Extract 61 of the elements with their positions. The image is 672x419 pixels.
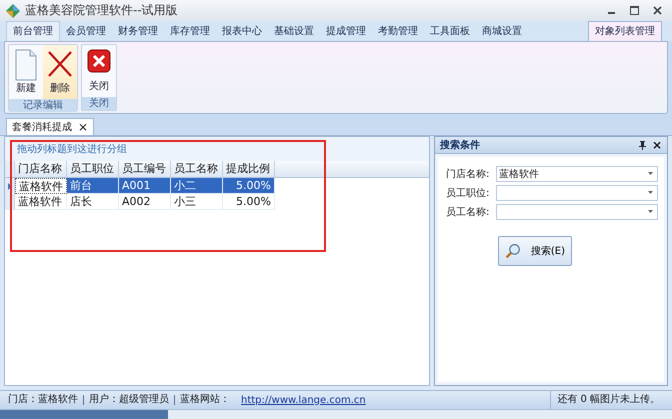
group-by-hint: 拖动列标题到这进行分组 (5, 137, 429, 161)
close-panel-button[interactable]: × (652, 139, 662, 151)
group-label: 关闭 (82, 97, 116, 110)
column-header[interactable]: 员工职位 (67, 161, 119, 177)
column-header[interactable]: 员工编号 (119, 161, 171, 177)
dropdown-arrow-icon (648, 172, 653, 175)
close-tab-button[interactable]: × (78, 121, 88, 133)
table-cell: 前台 (67, 178, 119, 194)
dropdown-arrow-icon (648, 210, 653, 213)
cross-icon (47, 49, 73, 79)
document-icon (15, 49, 37, 81)
ribbon-tab[interactable]: 提成管理 (320, 22, 372, 41)
pin-icon[interactable] (638, 140, 646, 150)
status-text: 蓝格网站： (179, 395, 231, 405)
ribbon-tab[interactable]: 会员管理 (60, 22, 112, 41)
ribbon-tab[interactable]: 前台管理 (6, 21, 60, 41)
group-label: 记录编辑 (9, 99, 77, 112)
field-label: 门店名称: (446, 168, 490, 180)
current-row-icon (8, 182, 12, 190)
table-cell: 蓝格软件 (15, 194, 67, 210)
table-cell: 店长 (67, 194, 119, 210)
ribbon-button[interactable]: 关闭 (82, 45, 116, 97)
ribbon-button[interactable]: 新建 (9, 45, 43, 99)
diamond-logo-icon (6, 4, 20, 18)
dropdown-field[interactable] (496, 184, 658, 200)
ribbon-tab[interactable]: 考勤管理 (372, 22, 424, 41)
column-header[interactable]: 员工名称 (171, 161, 223, 177)
document-tab-title: 套餐消耗提成 (12, 120, 72, 134)
field-label: 员工职位: (446, 186, 490, 200)
ribbon-button[interactable]: 删除 (43, 45, 77, 99)
field-label: 员工名称: (446, 206, 490, 218)
ribbon-tab[interactable]: 库存管理 (164, 22, 216, 41)
status-text: 用户：超级管理员 (84, 395, 175, 405)
ribbon-tab[interactable]: 工具面板 (424, 22, 476, 41)
dropdown-field[interactable] (496, 204, 658, 220)
magnifier-icon (505, 241, 521, 261)
ribbon-tab[interactable]: 财务管理 (112, 22, 164, 41)
website-link[interactable]: http://www.lange.com.cn (235, 394, 366, 406)
close-icon (87, 49, 111, 73)
table-cell: A002 (119, 194, 171, 210)
panel-title: 搜索条件 (440, 138, 480, 152)
dropdown-field[interactable]: 蓝格软件 (496, 166, 658, 182)
ribbon-tab[interactable]: 基础设置 (268, 22, 320, 41)
document-tab[interactable]: 套餐消耗提成 × (6, 118, 94, 135)
table-cell: 小二 (171, 178, 223, 194)
maximize-icon[interactable] (630, 6, 639, 15)
table-cell: 小三 (171, 194, 223, 210)
table-cell: 5.00% (223, 194, 275, 210)
ribbon-tab[interactable]: 报表中心 (216, 22, 268, 41)
status-text: 门店：蓝格软件 (3, 395, 84, 405)
table-cell: A001 (119, 178, 171, 194)
search-button[interactable]: 搜索(E) (498, 236, 572, 266)
column-header[interactable]: 提成比例 (223, 161, 275, 177)
dropdown-arrow-icon (648, 191, 653, 194)
table-cell: 蓝格软件 (15, 178, 67, 194)
table-cell: 5.00% (223, 178, 275, 194)
window-title: 蓝格美容院管理软件--试用版 (25, 2, 178, 19)
close-icon[interactable] (653, 6, 662, 15)
ribbon-tab[interactable]: 商城设置 (476, 22, 528, 41)
column-header[interactable]: 门店名称 (15, 161, 67, 177)
ribbon-tab[interactable]: 对象列表管理 (588, 21, 662, 41)
